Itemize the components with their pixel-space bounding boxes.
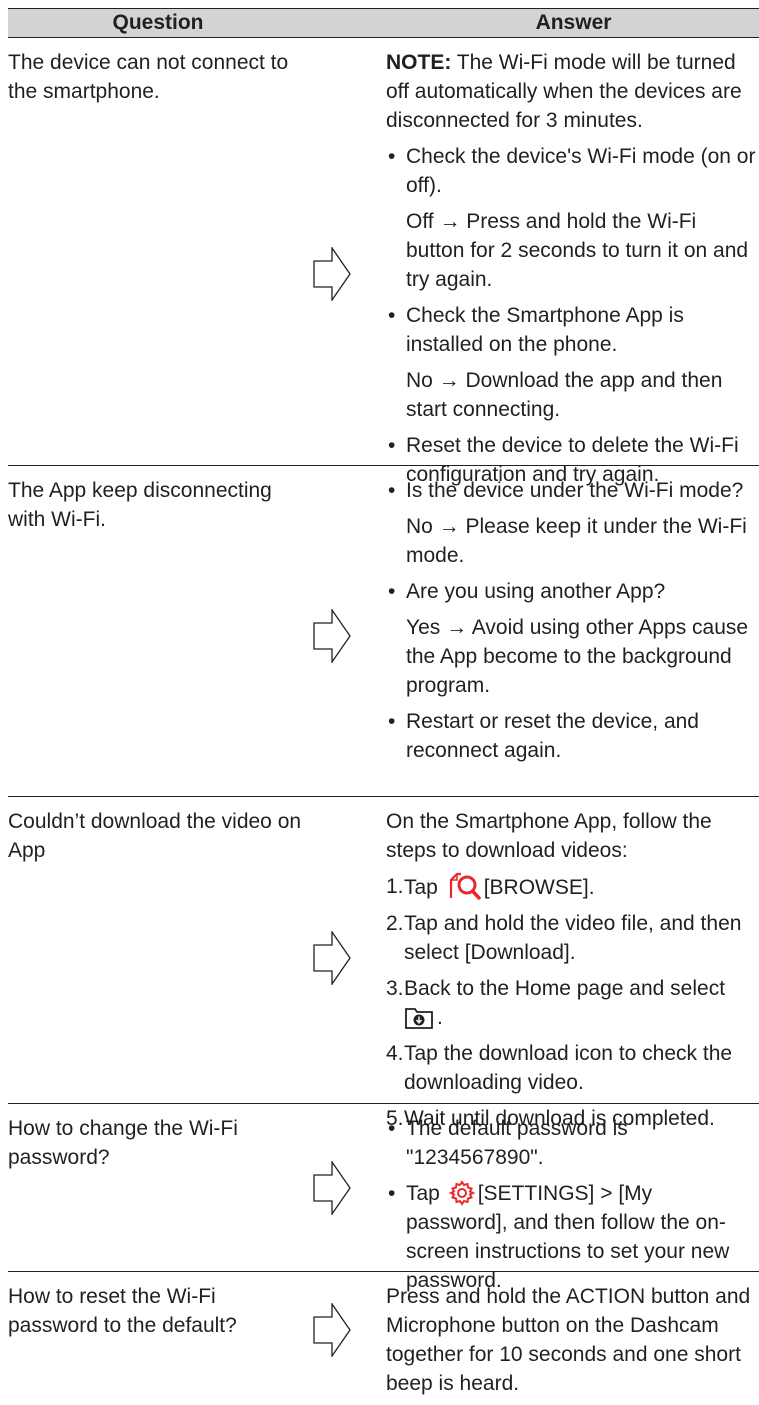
intro-text: On the Smartphone App, follow the steps … xyxy=(386,810,712,862)
question-text: How to reset the Wi-Fi password to the d… xyxy=(8,1285,237,1337)
list-item-sub: No → Please keep it under the Wi-Fi mode… xyxy=(406,515,747,567)
list-item: • Restart or reset the device, and reconn… xyxy=(388,710,699,762)
note-label: NOTE: xyxy=(386,51,452,74)
list-item: • Check the Smartphone App is installed o… xyxy=(388,304,684,356)
list-item-sub: No → Download the app and then start con… xyxy=(406,369,723,421)
step-item: 3. Back to the Home page and select . xyxy=(386,977,726,1029)
answer-text: Press and hold the ACTION button and Mic… xyxy=(386,1285,751,1395)
item-text: The default password is "1234567890". xyxy=(406,1117,628,1169)
arrow-right-icon xyxy=(313,609,351,663)
item-text: Check the device's Wi-Fi mode (on or off… xyxy=(406,145,756,197)
question-text: The App keep disconnecting with Wi-Fi. xyxy=(8,479,272,531)
list-item: • Is the device under the Wi-Fi mode? xyxy=(388,479,744,502)
settings-gear-icon xyxy=(448,1180,475,1206)
question-text: The device can not connect to the smartp… xyxy=(8,51,289,103)
list-item-sub: Yes → Avoid using other Apps cause the A… xyxy=(406,616,749,697)
step-item: 4. Tap the download icon to check the dow… xyxy=(386,1042,733,1094)
faq-row: How to change the Wi-Fi password? • The d… xyxy=(8,1103,759,1292)
item-text: Are you using another App? xyxy=(406,580,666,603)
question-text: Couldn’t download the video on App xyxy=(8,810,302,862)
download-folder-icon xyxy=(405,1008,433,1029)
list-item: • The default password is "1234567890". xyxy=(388,1117,628,1169)
faq-row: The App keep disconnecting with Wi-Fi. •… xyxy=(8,465,759,797)
arrow-right-icon xyxy=(313,931,351,985)
arrow-right-icon xyxy=(313,247,351,301)
step-item: 1. Tap [BROWSE]. xyxy=(386,872,759,902)
note-paragraph: NOTE: The Wi-Fi mode will be turned off … xyxy=(386,48,759,135)
arrow-right-icon xyxy=(313,1161,351,1215)
list-item-sub: Off → Press and hold the Wi-Fi button fo… xyxy=(406,210,749,291)
list-item: • Are you using another App? xyxy=(388,580,666,603)
question-text: How to change the Wi-Fi password? xyxy=(8,1117,238,1169)
item-text: Check the Smartphone App is installed on… xyxy=(406,304,684,356)
step-item: 2. Tap and hold the video file, and then … xyxy=(386,912,742,964)
item-text: Restart or reset the device, and reconne… xyxy=(406,710,699,762)
list-item: • Check the device's Wi-Fi mode (on or of… xyxy=(388,145,756,197)
faq-row: The device can not connect to the smartp… xyxy=(8,38,759,486)
faq-row: How to reset the Wi-Fi password to the d… xyxy=(8,1271,759,1395)
table-header: Question Answer xyxy=(8,8,759,38)
answer-block: • Is the device under the Wi-Fi mode? No … xyxy=(386,476,759,772)
browse-icon xyxy=(449,872,481,900)
header-question: Question xyxy=(112,11,204,34)
answer-block: NOTE: The Wi-Fi mode will be turned off … xyxy=(386,48,759,496)
answer-block: On the Smartphone App, follow the steps … xyxy=(386,807,759,1140)
faq-row: Couldn’t download the video on App On th… xyxy=(8,796,759,1130)
arrow-right-icon xyxy=(313,1303,351,1357)
header-answer: Answer xyxy=(535,11,612,34)
faq-page: Question Answer The device can not conne… xyxy=(0,0,759,1395)
item-text: Is the device under the Wi-Fi mode? xyxy=(406,479,744,502)
